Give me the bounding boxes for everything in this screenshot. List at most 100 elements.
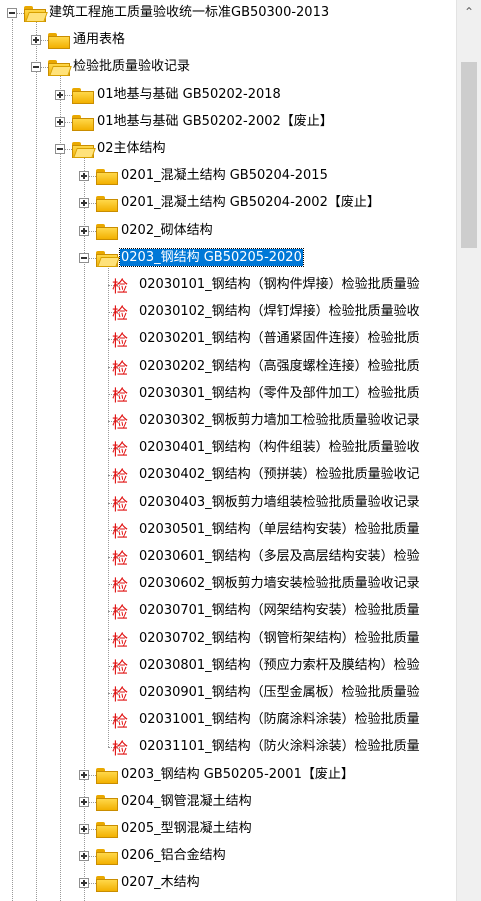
tree-item-document[interactable]: 检 02030101_钢结构（钢构件焊接）检验批质量验 — [0, 272, 456, 299]
expand-plus-icon[interactable] — [79, 824, 89, 834]
tree-item-document[interactable]: 检 02030401_钢结构（构件组装）检验批质量验收 — [0, 435, 456, 462]
tree-item-document[interactable]: 检 02030403_钢板剪力墙组装检验批质量验收记录 — [0, 490, 456, 517]
tree-item-label[interactable]: 02030702_钢结构（钢管桁架结构）检验批质量 — [138, 630, 421, 647]
tree-item-label[interactable]: 02030901_钢结构（压型金属板）检验批质量验 — [138, 684, 421, 701]
folder-icon — [96, 169, 118, 185]
tree-item-label[interactable]: 0201_混凝土结构 GB50204-2015 — [120, 167, 329, 184]
tree-item-label[interactable]: 02031001_钢结构（防腐涂料涂装）检验批质量 — [138, 711, 421, 728]
expand-plus-icon[interactable] — [79, 770, 89, 780]
tree-item-label[interactable]: 建筑工程施工质量验收统一标准GB50300-2013 — [48, 4, 330, 21]
tree-item-label[interactable]: 0206_铝合金结构 — [120, 847, 227, 864]
tree-item-label[interactable]: 02030101_钢结构（钢构件焊接）检验批质量验 — [138, 276, 421, 293]
tree-item-label[interactable]: 通用表格 — [72, 31, 126, 48]
expand-plus-icon[interactable] — [79, 171, 89, 181]
collapse-minus-icon[interactable] — [79, 253, 89, 263]
tree-item-label[interactable]: 01地基与基础 GB50202-2002【废止】 — [96, 113, 334, 130]
folder-icon — [96, 768, 118, 784]
tree-item-folder[interactable]: 建筑工程施工质量验收统一标准GB50300-2013 — [0, 0, 456, 27]
tree-item-folder[interactable]: 检验批质量验收记录 — [0, 54, 456, 81]
tree-item-document[interactable]: 检 02030602_钢板剪力墙安装检验批质量验收记录 — [0, 571, 456, 598]
folder-icon — [96, 822, 118, 838]
tree-item-label[interactable]: 02主体结构 — [96, 140, 167, 157]
vertical-scrollbar[interactable]: ⌃ — [456, 0, 481, 901]
expand-plus-icon[interactable] — [79, 878, 89, 888]
tree-item-label[interactable]: 0207_木结构 — [120, 874, 201, 891]
tree-item-document[interactable]: 检 02030701_钢结构（网架结构安装）检验批质量 — [0, 598, 456, 625]
tree-item-label[interactable]: 02030301_钢结构（零件及部件加工）检验批质 — [138, 385, 421, 402]
tree-item-document[interactable]: 检 02030201_钢结构（普通紧固件连接）检验批质 — [0, 326, 456, 353]
tree-item-label[interactable]: 02030501_钢结构（单层结构安装）检验批质量 — [138, 521, 421, 538]
expand-plus-icon[interactable] — [55, 90, 65, 100]
inspection-doc-icon: 检 — [112, 277, 129, 296]
inspection-doc-icon: 检 — [112, 467, 129, 486]
tree-item-document[interactable]: 检 02030301_钢结构（零件及部件加工）检验批质 — [0, 381, 456, 408]
folder-open-icon — [24, 6, 48, 22]
tree-item-folder[interactable]: 0203_钢结构 GB50205-2001【废止】 — [0, 762, 456, 789]
tree-item-folder[interactable]: 0205_型钢混凝土结构 — [0, 816, 456, 843]
tree-item-document[interactable]: 检 02030801_钢结构（预应力索杆及膜结构）检验 — [0, 653, 456, 680]
tree-view[interactable]: 建筑工程施工质量验收统一标准GB50300-2013 通用表格检验批质量验收记录 0… — [0, 0, 456, 901]
tree-item-document[interactable]: 检 02030102_钢结构（焊钉焊接）检验批质量验收 — [0, 299, 456, 326]
tree-item-folder[interactable]: 0206_铝合金结构 — [0, 843, 456, 870]
tree-item-folder[interactable]: 01地基与基础 GB50202-2018 — [0, 82, 456, 109]
tree-item-label[interactable]: 02030701_钢结构（网架结构安装）检验批质量 — [138, 602, 421, 619]
tree-item-label[interactable]: 检验批质量验收记录 — [72, 58, 191, 75]
tree-item-label[interactable]: 02030403_钢板剪力墙组装检验批质量验收记录 — [138, 494, 421, 511]
folder-icon — [72, 88, 94, 104]
tree-item-label[interactable]: 02031101_钢结构（防火涂料涂装）检验批质量 — [138, 738, 421, 755]
inspection-doc-icon: 检 — [112, 685, 129, 704]
tree-item-folder[interactable]: 0201_混凝土结构 GB50204-2002【废止】 — [0, 190, 456, 217]
tree-item-folder[interactable]: 0201_混凝土结构 GB50204-2015 — [0, 163, 456, 190]
tree-item-label[interactable]: 01地基与基础 GB50202-2018 — [96, 86, 282, 103]
tree-item-document[interactable]: 检 02030402_钢结构（预拼装）检验批质量验收记 — [0, 462, 456, 489]
tree-item-label[interactable]: 0205_型钢混凝土结构 — [120, 820, 253, 837]
tree-item-label[interactable]: 02030401_钢结构（构件组装）检验批质量验收 — [138, 439, 421, 456]
tree-item-document[interactable]: 检 02030501_钢结构（单层结构安装）检验批质量 — [0, 517, 456, 544]
inspection-doc-icon: 检 — [112, 549, 129, 568]
tree-item-label[interactable]: 02030602_钢板剪力墙安装检验批质量验收记录 — [138, 575, 421, 592]
tree-item-folder[interactable]: 01地基与基础 GB50202-2002【废止】 — [0, 109, 456, 136]
expand-plus-icon[interactable] — [79, 851, 89, 861]
tree-item-folder[interactable]: 02主体结构 — [0, 136, 456, 163]
expand-plus-icon[interactable] — [79, 797, 89, 807]
tree-item-document[interactable]: 检 02031001_钢结构（防腐涂料涂装）检验批质量 — [0, 707, 456, 734]
tree-item-label[interactable]: 0203_钢结构 GB50205-2020 — [119, 248, 304, 267]
folder-open-icon — [72, 142, 96, 158]
tree-item-label[interactable]: 02030801_钢结构（预应力索杆及膜结构）检验 — [138, 657, 421, 674]
collapse-minus-icon[interactable] — [55, 144, 65, 154]
tree-item-label[interactable]: 0203_钢结构 GB50205-2001【废止】 — [120, 766, 355, 783]
inspection-doc-icon: 检 — [112, 331, 129, 350]
tree-item-label[interactable]: 02030302_钢板剪力墙加工检验批质量验收记录 — [138, 412, 421, 429]
tree-item-document[interactable]: 检 02030202_钢结构（高强度螺栓连接）检验批质 — [0, 354, 456, 381]
tree-item-label[interactable]: 0201_混凝土结构 GB50204-2002【废止】 — [120, 194, 381, 211]
tree-item-document[interactable]: 检 02030302_钢板剪力墙加工检验批质量验收记录 — [0, 408, 456, 435]
tree-item-document[interactable]: 检 02030702_钢结构（钢管桁架结构）检验批质量 — [0, 626, 456, 653]
tree-item-label[interactable]: 02030201_钢结构（普通紧固件连接）检验批质 — [138, 330, 421, 347]
tree-item-label[interactable]: 02030402_钢结构（预拼装）检验批质量验收记 — [138, 466, 421, 483]
inspection-doc-icon: 检 — [112, 712, 129, 731]
collapse-minus-icon[interactable] — [7, 8, 17, 18]
tree-item-folder[interactable]: 通用表格 — [0, 27, 456, 54]
tree-item-folder[interactable]: 0203_钢结构 GB50205-2020 — [0, 245, 456, 272]
inspection-doc-icon: 检 — [112, 603, 129, 622]
expand-plus-icon[interactable] — [79, 226, 89, 236]
tree-item-folder[interactable]: 0202_砌体结构 — [0, 218, 456, 245]
inspection-doc-icon: 检 — [112, 631, 129, 650]
expand-plus-icon[interactable] — [79, 198, 89, 208]
scroll-up-button[interactable]: ⌃ — [457, 0, 481, 24]
folder-icon — [96, 196, 118, 212]
tree-item-document[interactable]: 检 02031101_钢结构（防火涂料涂装）检验批质量 — [0, 734, 456, 761]
expand-plus-icon[interactable] — [55, 117, 65, 127]
scroll-thumb[interactable] — [461, 62, 477, 248]
expand-plus-icon[interactable] — [31, 35, 41, 45]
collapse-minus-icon[interactable] — [31, 62, 41, 72]
tree-item-label[interactable]: 02030102_钢结构（焊钉焊接）检验批质量验收 — [138, 303, 421, 320]
tree-item-document[interactable]: 检 02030901_钢结构（压型金属板）检验批质量验 — [0, 680, 456, 707]
tree-item-folder[interactable]: 0204_钢管混凝土结构 — [0, 789, 456, 816]
tree-item-label[interactable]: 02030202_钢结构（高强度螺栓连接）检验批质 — [138, 358, 421, 375]
tree-item-label[interactable]: 0204_钢管混凝土结构 — [120, 793, 253, 810]
tree-item-folder[interactable]: 0207_木结构 — [0, 870, 456, 897]
tree-item-document[interactable]: 检 02030601_钢结构（多层及高层结构安装）检验 — [0, 544, 456, 571]
tree-item-label[interactable]: 02030601_钢结构（多层及高层结构安装）检验 — [138, 548, 421, 565]
tree-item-label[interactable]: 0202_砌体结构 — [120, 222, 214, 239]
